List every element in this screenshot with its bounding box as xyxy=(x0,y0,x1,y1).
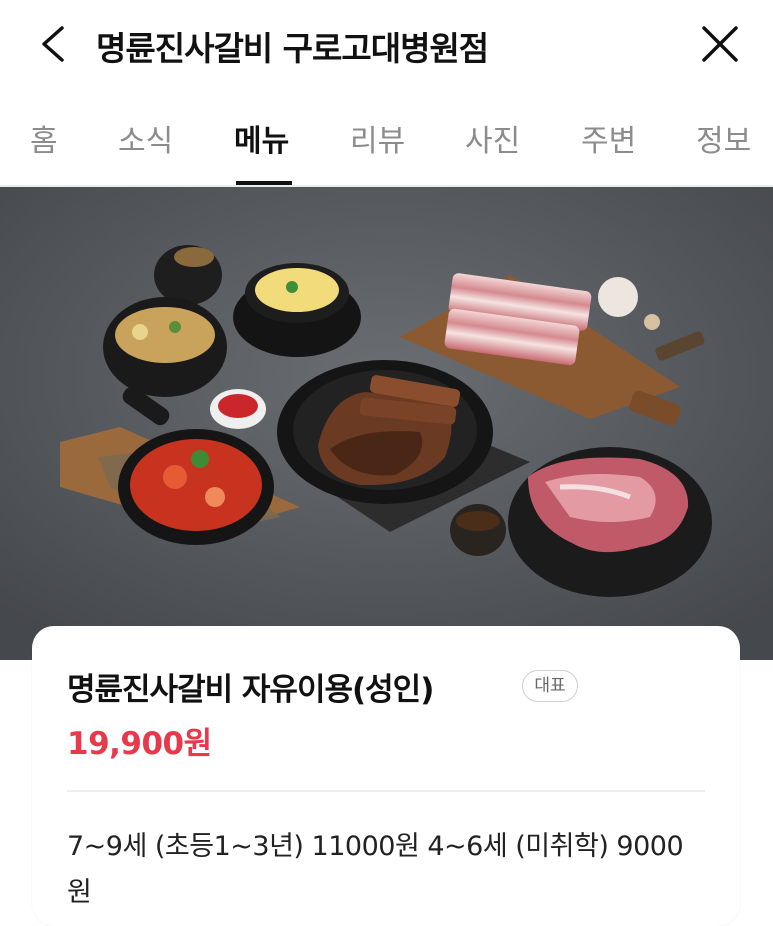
tab-photos[interactable]: 사진 xyxy=(465,116,520,160)
tab-home[interactable]: 홈 xyxy=(30,116,58,160)
menu-item-name: 명륜진사갈비 자유이용(성인) xyxy=(67,672,434,708)
tab-menu[interactable]: 메뉴 xyxy=(234,116,289,160)
tab-news[interactable]: 소식 xyxy=(118,116,173,160)
card-divider xyxy=(67,790,705,792)
tab-bar: 홈 소식 메뉴 리뷰 사진 주변 정보 xyxy=(0,100,773,186)
tab-reviews[interactable]: 리뷰 xyxy=(350,116,405,160)
menu-item-card[interactable]: 명륜진사갈비 자유이용(성인) 대표 19,900원 7~9세 (초등1~3년)… xyxy=(32,626,740,926)
chevron-left-icon xyxy=(42,26,64,62)
tab-info[interactable]: 정보 xyxy=(696,116,751,160)
back-button[interactable] xyxy=(30,18,78,70)
tab-nearby[interactable]: 주변 xyxy=(581,116,636,160)
top-bar: 명륜진사갈비 구로고대병원점 xyxy=(0,0,773,88)
menu-photo[interactable] xyxy=(0,187,773,660)
menu-item-description: 7~9세 (초등1~3년) 11000원 4~6세 (미취학) 9000원 xyxy=(67,831,684,908)
close-button[interactable] xyxy=(692,18,748,70)
menu-item-price: 19,900원 xyxy=(67,726,212,762)
close-icon xyxy=(702,26,738,62)
signature-badge: 대표 xyxy=(522,670,578,702)
page-title: 명륜진사갈비 구로고대병원점 xyxy=(96,29,489,68)
